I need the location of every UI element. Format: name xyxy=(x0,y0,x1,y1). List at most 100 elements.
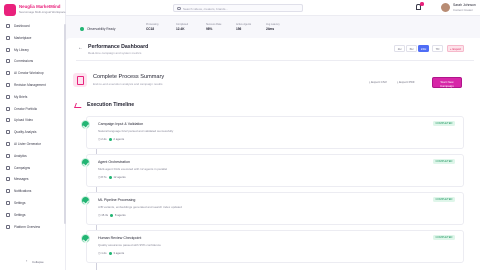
sidebar-item-label: Notifications xyxy=(14,189,32,194)
stat-label: Processing xyxy=(146,23,159,26)
export-csv-label: Export CSV xyxy=(371,80,387,84)
export-csv-button[interactable]: ⤓ Export CSV xyxy=(369,80,387,84)
check-circle-icon xyxy=(81,158,90,167)
step-title: ML Pipeline Processing xyxy=(98,198,136,202)
sidebar-item-ai-creator-workshop[interactable]: AI Creator Workshop xyxy=(3,69,63,77)
back-arrow-icon[interactable]: ← xyxy=(78,45,83,51)
summary-title: Complete Process Summary xyxy=(93,74,165,80)
status-badge: COMPLETED xyxy=(432,235,455,240)
status-badge: COMPLETED xyxy=(432,121,455,126)
collapse-label: Collapse xyxy=(32,259,44,264)
stat-item: Active Agents 156 xyxy=(236,23,251,31)
library-icon xyxy=(6,47,10,52)
step-duration: 15.3s xyxy=(101,213,109,217)
sidebar-item-quality-analysis[interactable]: Quality Analysis xyxy=(3,128,63,136)
sidebar-item-label: Settings xyxy=(14,201,26,205)
sidebar-item-my-briefs[interactable]: My Briefs xyxy=(3,93,63,101)
page-title: Performance Dashboard xyxy=(88,44,149,50)
step-description: Multi-agent DAG executed with 12 agents … xyxy=(98,167,168,171)
stat-value: 12.4K xyxy=(176,27,185,31)
commission-icon xyxy=(6,59,10,64)
search-icon xyxy=(177,6,181,11)
sidebar-item-campaigns[interactable]: Campaigns xyxy=(3,164,63,172)
stat-label: Avg Latency xyxy=(266,23,280,26)
sidebar-item-analytics[interactable]: Analytics xyxy=(3,152,63,160)
stats-strip: Observability Ready Processing CC18 Comple… xyxy=(66,20,480,34)
chevron-left-icon: ‹ xyxy=(26,258,28,263)
step-duration: 1.2s xyxy=(101,251,107,255)
stat-item: Completed 12.4K xyxy=(176,23,188,31)
settings-icon xyxy=(6,201,10,205)
sidebar-item-label: Marketplace xyxy=(14,35,32,40)
brand-logo-icon xyxy=(4,4,16,16)
trend-icon xyxy=(74,103,83,108)
export-button[interactable]: + Export xyxy=(447,45,464,52)
overview-icon xyxy=(6,224,10,229)
stat-label: Active Agents xyxy=(236,23,252,26)
status-dot-icon xyxy=(80,27,84,31)
sidebar-item-notifications[interactable]: Notifications xyxy=(3,187,63,195)
sidebar-item-ai-lister-generator[interactable]: AI Lister Generator xyxy=(3,140,63,148)
range-button-6h[interactable]: 6H xyxy=(406,45,417,52)
sidebar-item-label: AI Creator Workshop xyxy=(14,71,44,76)
sidebar-item-my-library[interactable]: My Library xyxy=(3,46,63,54)
brand[interactable]: Neuglia MarketMind Neuroimage Multi-Ling… xyxy=(4,3,66,19)
timeline-step[interactable]: ML Pipeline Processing A/B variants, embe… xyxy=(81,192,464,225)
check-circle-icon xyxy=(81,234,90,243)
revision-icon xyxy=(6,83,10,87)
notification-badge xyxy=(420,2,424,6)
avatar[interactable] xyxy=(441,3,450,12)
timeline-step[interactable]: Agent Orchestration Multi-agent DAG execu… xyxy=(81,154,464,187)
stat-label: Completed xyxy=(176,23,189,26)
range-button-7d[interactable]: 7D xyxy=(432,45,443,52)
timeline-step[interactable]: Campaign Input & Validation Natural langu… xyxy=(81,116,464,149)
step-agents: 8 agents xyxy=(114,213,126,217)
export-pdf-button[interactable]: ⤓ Export PDF xyxy=(397,80,415,84)
sidebar-item-label: Quality Analysis xyxy=(14,130,37,135)
message-icon xyxy=(6,177,10,182)
page-subtitle: Real-time campaign and system metrics xyxy=(88,51,142,55)
start-label-line2: Campaign xyxy=(440,83,454,88)
step-description: Natural language brief parsed and valida… xyxy=(98,129,174,133)
quality-icon xyxy=(6,130,10,135)
range-button-1h[interactable]: 1H xyxy=(394,45,405,52)
sidebar-item-messages[interactable]: Messages xyxy=(3,175,63,183)
search-placeholder: Search videos, creators, brands... xyxy=(183,7,228,11)
sidebar-item-label: AI Lister Generator xyxy=(14,142,41,146)
sidebar-item-label: Settings xyxy=(14,212,26,217)
top-bar: Search videos, creators, brands... Sarah… xyxy=(66,0,480,16)
sidebar-item-label: Campaigns xyxy=(14,165,31,170)
collapse-button[interactable]: ‹ Collapse xyxy=(8,258,58,265)
settings-icon xyxy=(6,212,10,217)
agent-icon xyxy=(108,137,112,141)
sidebar-item-commissions[interactable]: Commissions xyxy=(3,57,63,65)
notification-icon xyxy=(6,189,10,194)
sidebar-item-settings[interactable]: Settings xyxy=(3,199,63,207)
stat-item: Avg Latency 24ms xyxy=(266,23,280,31)
range-button-24h[interactable]: 24H xyxy=(418,45,429,52)
sidebar-item-platform-overview[interactable]: Platform Overview xyxy=(3,223,63,231)
sidebar-item-revision-management[interactable]: Revision Management xyxy=(3,81,63,89)
step-meta: ◷ 15.3s 8 agents xyxy=(98,213,126,217)
brief-icon xyxy=(6,94,10,99)
campaign-icon xyxy=(6,165,10,170)
sidebar-item-creator-portfolio[interactable]: Creator Portfolio xyxy=(3,105,63,113)
search-input[interactable]: Search videos, creators, brands... xyxy=(173,4,303,12)
step-agents: 12 agents xyxy=(113,175,126,179)
sidebar-item-label: Commissions xyxy=(14,59,34,64)
stat-value: 156 xyxy=(236,27,242,31)
sidebar-item-dashboard[interactable]: Dashboard xyxy=(3,22,63,30)
sidebar-item-marketplace[interactable]: Marketplace xyxy=(3,34,63,42)
start-campaign-button[interactable]: Start New Campaign xyxy=(432,77,462,88)
sidebar-item-upload-video[interactable]: Upload Video xyxy=(3,116,63,124)
timeline-step[interactable]: Human Review Checkpoint Quality assurance… xyxy=(81,230,464,263)
step-title: Agent Orchestration xyxy=(98,160,130,164)
analytics-icon xyxy=(6,153,10,158)
sidebar-item-label: Revision Management xyxy=(14,83,46,87)
brand-title: Neuglia MarketMind xyxy=(19,4,61,9)
step-agents: 2 agents xyxy=(113,137,125,141)
agent-icon xyxy=(108,175,112,179)
sidebar-item-settings[interactable]: Settings xyxy=(3,211,63,219)
sparkle-icon xyxy=(6,71,10,76)
stat-value: 24ms xyxy=(266,27,275,31)
